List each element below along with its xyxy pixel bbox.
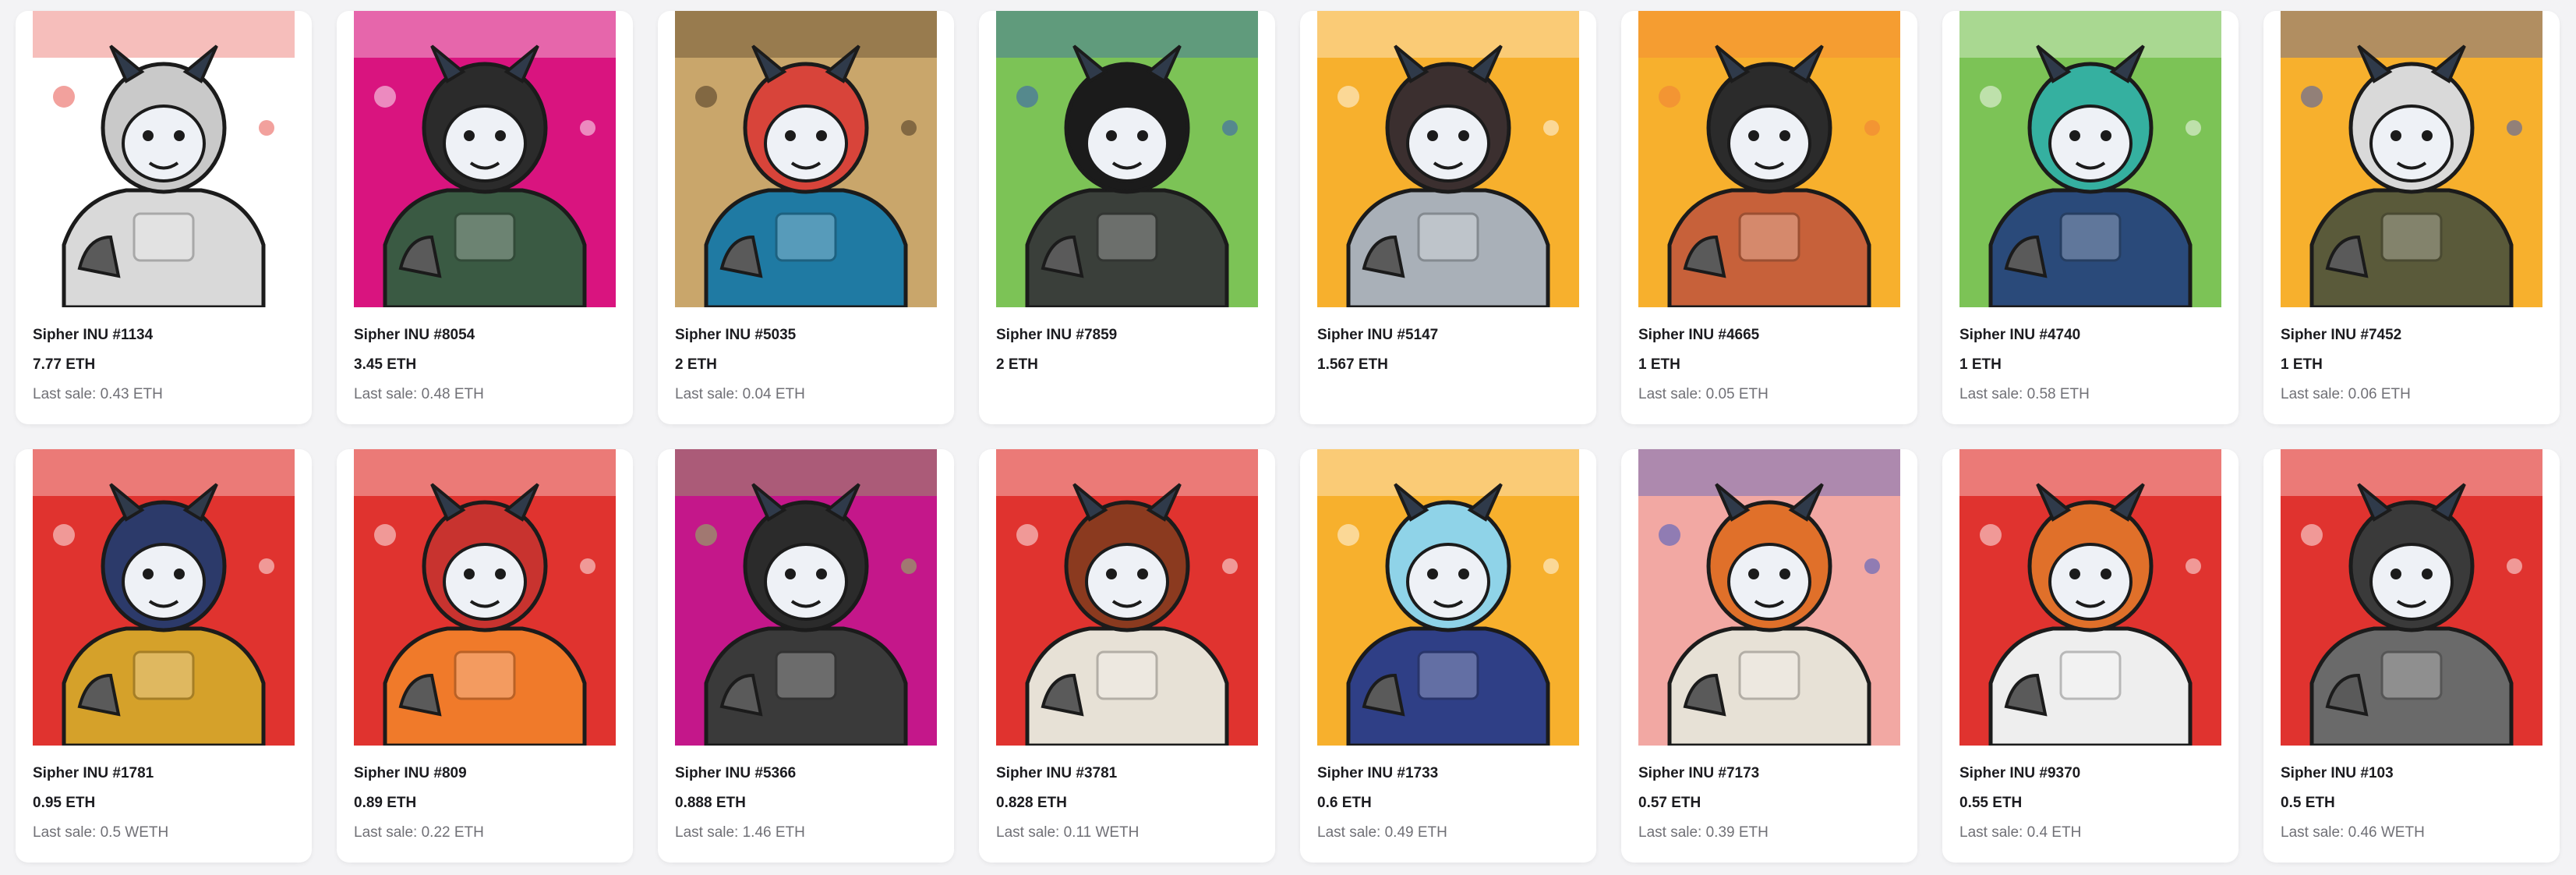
nft-card[interactable]: Sipher INU #5035 2 ETH Last sale: 0.04 ETH [658, 11, 954, 424]
nft-name[interactable]: Sipher INU #8054 [354, 326, 620, 345]
nft-card[interactable]: Sipher INU #103 0.5 ETH Last sale: 0.46 WE… [2263, 449, 2560, 863]
nft-artwork-image[interactable] [354, 449, 616, 746]
nft-name[interactable]: Sipher INU #103 [2281, 764, 2547, 783]
nft-last-sale: Last sale: 0.48 ETH [354, 386, 484, 402]
nft-card-info: Sipher INU #5366 0.888 ETH Last sale: 1.46… [675, 764, 942, 842]
nft-card[interactable]: Sipher INU #9370 0.55 ETH Last sale: 0.4 E… [1942, 449, 2239, 863]
nft-last-sale: Last sale: 0.46 WETH [2281, 824, 2425, 841]
nft-price: 0.55 ETH [1959, 795, 2023, 811]
nft-last-sale: Last sale: 1.46 ETH [675, 824, 805, 841]
nft-price: 0.888 ETH [675, 795, 746, 811]
nft-card[interactable]: Sipher INU #3781 0.828 ETH Last sale: 0.11… [979, 449, 1275, 863]
nft-artwork-image[interactable] [996, 449, 1258, 746]
nft-name[interactable]: Sipher INU #4740 [1959, 326, 2226, 345]
nft-artwork-image[interactable] [33, 11, 295, 307]
nft-last-sale: Last sale: 0.05 ETH [1638, 386, 1769, 402]
nft-name[interactable]: Sipher INU #3781 [996, 764, 1263, 783]
nft-artwork-image[interactable] [33, 449, 295, 746]
nft-card-info: Sipher INU #1134 7.77 ETH Last sale: 0.43 … [33, 326, 299, 404]
nft-name[interactable]: Sipher INU #1781 [33, 764, 299, 783]
nft-artwork-image[interactable] [2281, 11, 2542, 307]
nft-artwork-image[interactable] [2281, 449, 2542, 746]
nft-price: 1 ETH [1638, 356, 1680, 373]
nft-artwork-image[interactable] [1317, 449, 1579, 746]
nft-card-info: Sipher INU #103 0.5 ETH Last sale: 0.46 WE… [2281, 764, 2547, 842]
nft-card-info: Sipher INU #809 0.89 ETH Last sale: 0.22 E… [354, 764, 620, 842]
nft-card-info: Sipher INU #4740 1 ETH Last sale: 0.58 ETH [1959, 326, 2226, 404]
nft-card[interactable]: Sipher INU #8054 3.45 ETH Last sale: 0.48 … [337, 11, 633, 424]
nft-price: 7.77 ETH [33, 356, 96, 373]
nft-artwork-image[interactable] [996, 11, 1258, 307]
nft-card-info: Sipher INU #4665 1 ETH Last sale: 0.05 ETH [1638, 326, 1905, 404]
nft-card[interactable]: Sipher INU #1733 0.6 ETH Last sale: 0.49 E… [1300, 449, 1596, 863]
nft-card[interactable]: Sipher INU #1134 7.77 ETH Last sale: 0.43 … [16, 11, 312, 424]
nft-last-sale: Last sale: 0.11 WETH [996, 824, 1140, 841]
nft-card[interactable]: Sipher INU #7859 2 ETH [979, 11, 1275, 424]
nft-name[interactable]: Sipher INU #5366 [675, 764, 942, 783]
nft-card[interactable]: Sipher INU #1781 0.95 ETH Last sale: 0.5 W… [16, 449, 312, 863]
nft-grid: Sipher INU #1134 7.77 ETH Last sale: 0.43 … [16, 11, 2568, 863]
nft-artwork-image[interactable] [354, 11, 616, 307]
nft-artwork-image[interactable] [675, 11, 937, 307]
nft-price: 2 ETH [996, 356, 1038, 373]
nft-price: 0.95 ETH [33, 795, 96, 811]
nft-artwork-image[interactable] [1317, 11, 1579, 307]
nft-last-sale: Last sale: 0.39 ETH [1638, 824, 1769, 841]
nft-last-sale: Last sale: 0.5 WETH [33, 824, 169, 841]
nft-last-sale [1317, 385, 1584, 404]
nft-card-info: Sipher INU #8054 3.45 ETH Last sale: 0.48 … [354, 326, 620, 404]
nft-artwork-image[interactable] [1959, 11, 2221, 307]
nft-card-info: Sipher INU #1733 0.6 ETH Last sale: 0.49 E… [1317, 764, 1584, 842]
nft-name[interactable]: Sipher INU #9370 [1959, 764, 2226, 783]
nft-name[interactable]: Sipher INU #5035 [675, 326, 942, 345]
nft-card[interactable]: Sipher INU #4740 1 ETH Last sale: 0.58 ETH [1942, 11, 2239, 424]
nft-price: 1 ETH [1959, 356, 2002, 373]
nft-price: 0.57 ETH [1638, 795, 1701, 811]
nft-card-info: Sipher INU #1781 0.95 ETH Last sale: 0.5 W… [33, 764, 299, 842]
nft-card-info: Sipher INU #7173 0.57 ETH Last sale: 0.39 … [1638, 764, 1905, 842]
nft-last-sale [996, 385, 1263, 404]
nft-card[interactable]: Sipher INU #7173 0.57 ETH Last sale: 0.39 … [1621, 449, 1917, 863]
nft-card-info: Sipher INU #7859 2 ETH [996, 326, 1263, 404]
nft-card[interactable]: Sipher INU #4665 1 ETH Last sale: 0.05 ETH [1621, 11, 1917, 424]
nft-last-sale: Last sale: 0.22 ETH [354, 824, 484, 841]
nft-last-sale: Last sale: 0.58 ETH [1959, 386, 2090, 402]
nft-name[interactable]: Sipher INU #4665 [1638, 326, 1905, 345]
nft-card-info: Sipher INU #5147 1.567 ETH [1317, 326, 1584, 404]
nft-card[interactable]: Sipher INU #809 0.89 ETH Last sale: 0.22 E… [337, 449, 633, 863]
nft-card-info: Sipher INU #3781 0.828 ETH Last sale: 0.11… [996, 764, 1263, 842]
nft-artwork-image[interactable] [1959, 449, 2221, 746]
nft-last-sale: Last sale: 0.43 ETH [33, 386, 163, 402]
nft-artwork-image[interactable] [1638, 11, 1900, 307]
nft-name[interactable]: Sipher INU #1134 [33, 326, 299, 345]
nft-card-info: Sipher INU #5035 2 ETH Last sale: 0.04 ETH [675, 326, 942, 404]
nft-card[interactable]: Sipher INU #5366 0.888 ETH Last sale: 1.46… [658, 449, 954, 863]
nft-name[interactable]: Sipher INU #1733 [1317, 764, 1584, 783]
nft-last-sale: Last sale: 0.4 ETH [1959, 824, 2082, 841]
nft-artwork-image[interactable] [1638, 449, 1900, 746]
nft-price: 1.567 ETH [1317, 356, 1388, 373]
nft-name[interactable]: Sipher INU #7173 [1638, 764, 1905, 783]
nft-price: 0.828 ETH [996, 795, 1067, 811]
nft-card[interactable]: Sipher INU #5147 1.567 ETH [1300, 11, 1596, 424]
nft-card-info: Sipher INU #7452 1 ETH Last sale: 0.06 ETH [2281, 326, 2547, 404]
nft-price: 2 ETH [675, 356, 717, 373]
nft-artwork-image[interactable] [675, 449, 937, 746]
nft-price: 0.6 ETH [1317, 795, 1372, 811]
nft-last-sale: Last sale: 0.49 ETH [1317, 824, 1447, 841]
nft-name[interactable]: Sipher INU #7859 [996, 326, 1263, 345]
nft-last-sale: Last sale: 0.06 ETH [2281, 386, 2411, 402]
nft-price: 1 ETH [2281, 356, 2323, 373]
nft-card-info: Sipher INU #9370 0.55 ETH Last sale: 0.4 E… [1959, 764, 2226, 842]
nft-name[interactable]: Sipher INU #809 [354, 764, 620, 783]
nft-price: 0.89 ETH [354, 795, 417, 811]
nft-name[interactable]: Sipher INU #5147 [1317, 326, 1584, 345]
nft-last-sale: Last sale: 0.04 ETH [675, 386, 805, 402]
nft-price: 3.45 ETH [354, 356, 417, 373]
nft-name[interactable]: Sipher INU #7452 [2281, 326, 2547, 345]
nft-card[interactable]: Sipher INU #7452 1 ETH Last sale: 0.06 ETH [2263, 11, 2560, 424]
nft-price: 0.5 ETH [2281, 795, 2335, 811]
